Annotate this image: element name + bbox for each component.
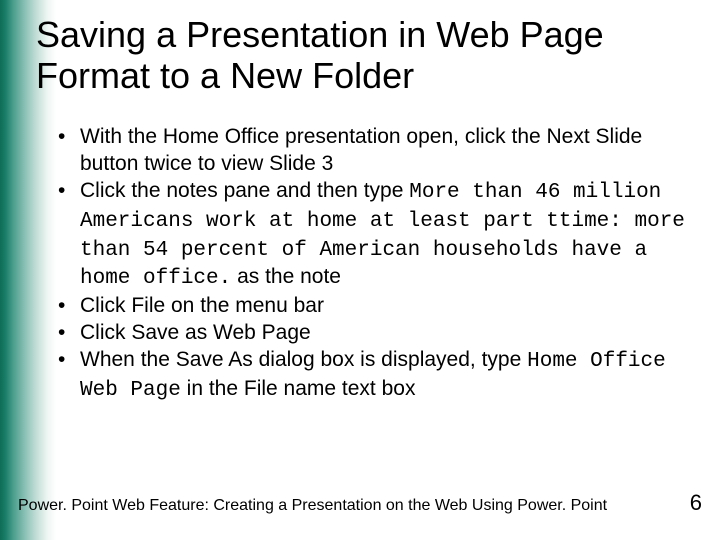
bullet-item-3: Click File on the menu bar: [54, 293, 686, 320]
bullet-item-1: With the Home Office presentation open, …: [54, 124, 686, 178]
slide-footer: Power. Point Web Feature: Creating a Pre…: [18, 490, 702, 516]
slide-title: Saving a Presentation in Web Page Format…: [36, 14, 696, 97]
bullet-list: With the Home Office presentation open, …: [54, 124, 686, 405]
bullet-text: Click File on the menu bar: [80, 294, 324, 317]
slide: Saving a Presentation in Web Page Format…: [0, 0, 720, 540]
bullet-item-2: Click the notes pane and then type More …: [54, 178, 686, 294]
bullet-text-post: as the note: [231, 265, 341, 288]
slide-body: With the Home Office presentation open, …: [54, 124, 686, 405]
bullet-text-pre: When the Save As dialog box is displayed…: [80, 348, 527, 371]
bullet-text: With the Home Office presentation open, …: [80, 125, 642, 175]
footer-left-text: Power. Point Web Feature: Creating a Pre…: [18, 497, 607, 515]
bullet-text: Click Save as Web Page: [80, 321, 311, 344]
bullet-item-5: When the Save As dialog box is displayed…: [54, 347, 686, 405]
bullet-item-4: Click Save as Web Page: [54, 320, 686, 347]
bullet-text-pre: Click the notes pane and then type: [80, 179, 409, 202]
bullet-text-post: in the File name text box: [181, 377, 416, 400]
page-number: 6: [690, 490, 702, 516]
